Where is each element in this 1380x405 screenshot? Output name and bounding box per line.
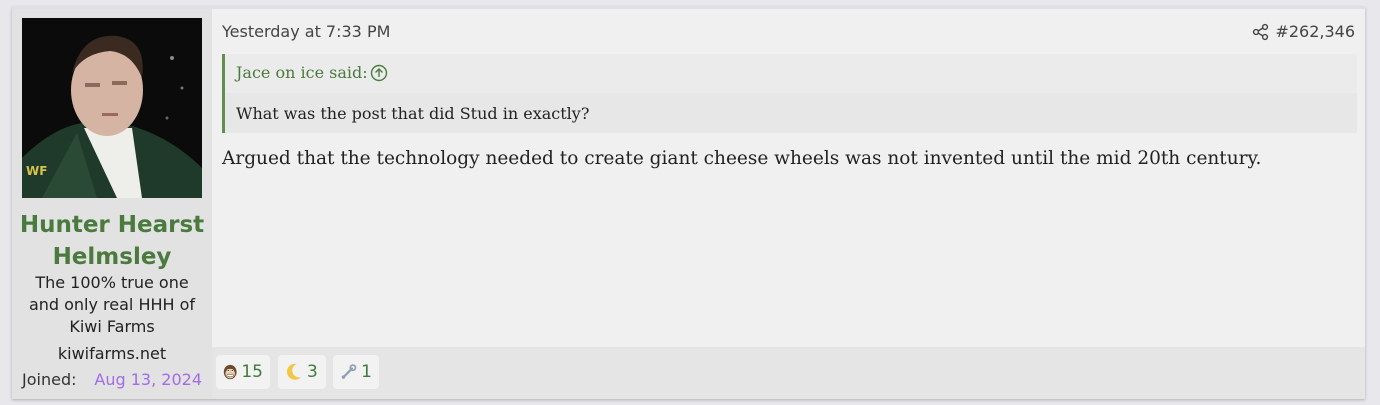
post-container: WF Hunter Hearst Helmsley The 100% true … — [12, 7, 1365, 399]
share-icon[interactable] — [1252, 23, 1270, 41]
quote-text: What was the post that did Stud in exact… — [236, 104, 590, 123]
quote-author[interactable]: Jace on ice said: — [236, 62, 368, 84]
svg-text:WF: WF — [26, 164, 47, 178]
user-title: The 100% true one and only real HHH of K… — [28, 273, 196, 336]
username-line-1: Hunter Hearst — [19, 212, 205, 238]
user-banner: kiwifarms.net — [57, 344, 167, 363]
post-number[interactable]: #262,346 — [1275, 21, 1355, 43]
avatar-image: WF — [22, 18, 202, 198]
quote-header: Jace on ice said: — [225, 54, 1357, 93]
username[interactable]: Hunter Hearst Helmsley — [12, 209, 212, 273]
avatar[interactable]: WF — [22, 18, 202, 198]
reaction-wrench[interactable]: 1 — [333, 355, 379, 389]
reaction-count: 1 — [361, 362, 372, 382]
reaction-count: 15 — [241, 362, 263, 382]
reaction-moon[interactable]: 3 — [278, 355, 326, 389]
joined-date: Aug 13, 2024 — [94, 370, 202, 389]
user-sidebar: WF Hunter Hearst Helmsley The 100% true … — [12, 9, 212, 399]
monkey-face-icon — [223, 364, 237, 380]
crescent-moon-icon — [286, 363, 301, 380]
reaction-monkey[interactable]: 15 — [216, 355, 270, 389]
post-body: Argued that the technology needed to cre… — [222, 148, 1262, 169]
reaction-count: 3 — [307, 362, 318, 382]
quote-block: Jace on ice said: What was the post that… — [222, 54, 1357, 133]
reactions-bar: 15 3 1 — [212, 347, 1365, 399]
wrench-icon — [341, 364, 357, 379]
post-timestamp[interactable]: Yesterday at 7:33 PM — [222, 21, 390, 43]
joined-label: Joined: — [22, 370, 77, 389]
arrow-up-circle-icon[interactable] — [370, 64, 388, 82]
username-line-2: Helmsley — [52, 244, 172, 270]
